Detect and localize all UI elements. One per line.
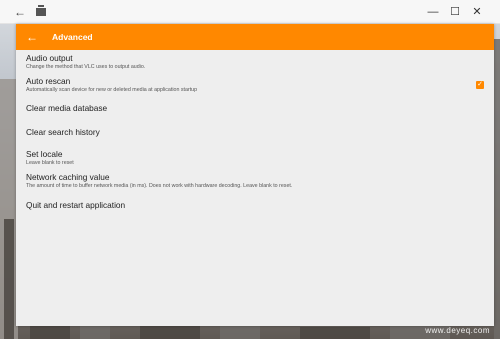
minimize-button[interactable]: — — [422, 6, 444, 18]
back-arrow-icon[interactable]: ← — [14, 5, 28, 19]
setting-summary: Automatically scan device for new or del… — [26, 87, 198, 93]
setting-audio-output[interactable]: Audio output Change the method that VLC … — [26, 53, 484, 70]
setting-clear-media-database[interactable]: Clear media database — [26, 103, 484, 113]
setting-clear-search-history[interactable]: Clear search history — [26, 127, 484, 137]
setting-title: Auto rescan — [26, 76, 71, 86]
close-button[interactable]: ✕ — [466, 5, 488, 18]
setting-title: Network caching value — [26, 172, 110, 182]
setting-summary: Leave blank to reset — [26, 160, 74, 166]
check-icon: ✓ — [477, 81, 483, 88]
settings-window: ← Advanced Audio output Change the metho… — [16, 24, 494, 326]
setting-title: Quit and restart application — [26, 200, 126, 210]
page-title: Advanced — [52, 32, 93, 42]
setting-title: Clear media database — [26, 103, 108, 113]
back-arrow-icon[interactable]: ← — [26, 31, 38, 43]
setting-summary: Change the method that VLC uses to outpu… — [26, 64, 146, 70]
setting-quit-and-restart[interactable]: Quit and restart application — [26, 200, 484, 210]
setting-title: Clear search history — [26, 127, 100, 137]
auto-rescan-checkbox[interactable]: ✓ — [476, 81, 484, 89]
setting-title: Set locale — [26, 149, 63, 159]
watermark: www.deyeq.com — [425, 326, 490, 335]
app-bar: ← Advanced — [16, 24, 494, 50]
setting-summary: The amount of time to buffer network med… — [26, 183, 293, 189]
setting-network-caching-value[interactable]: Network caching value The amount of time… — [26, 172, 484, 189]
app-icon — [36, 4, 46, 16]
maximize-button[interactable]: ☐ — [444, 5, 466, 18]
window-titlebar: ← — ☐ ✕ — [0, 0, 500, 24]
setting-title: Audio output — [26, 53, 73, 63]
setting-set-locale[interactable]: Set locale Leave blank to reset — [26, 149, 484, 166]
setting-auto-rescan[interactable]: Auto rescan Automatically scan device fo… — [26, 76, 484, 93]
